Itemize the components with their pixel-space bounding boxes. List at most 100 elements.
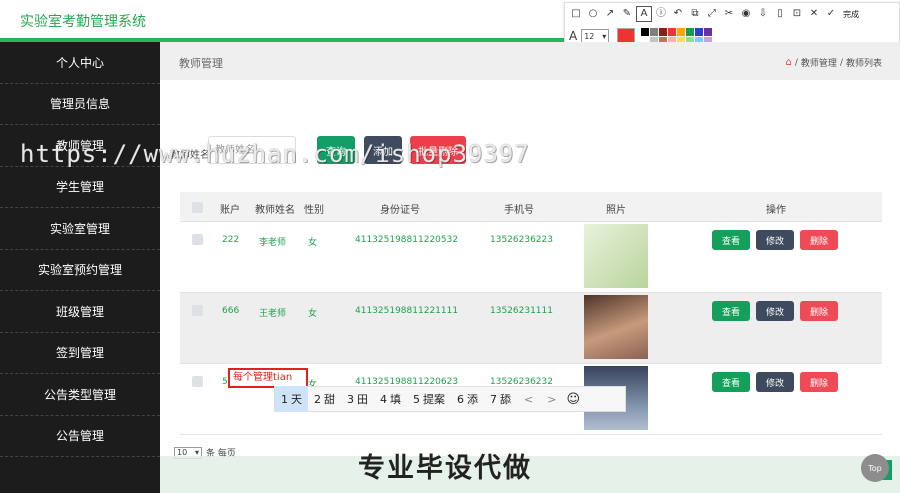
- ime-candidate[interactable]: 3田: [341, 386, 374, 412]
- sidebar-item[interactable]: 个人中心: [0, 42, 160, 84]
- ime-candidate-number: 5: [413, 392, 420, 406]
- ime-candidate-number: 2: [314, 392, 321, 406]
- ellipse-icon[interactable]: ○: [586, 7, 600, 21]
- sidebar-item[interactable]: 学生管理: [0, 167, 160, 208]
- record-icon[interactable]: ◉: [739, 7, 753, 21]
- font-size-select[interactable]: 12 ▾: [581, 29, 610, 43]
- breadcrumb-item[interactable]: 教师管理: [801, 56, 837, 69]
- arrow-icon[interactable]: ↗: [603, 7, 617, 21]
- col-actions: 操作: [766, 205, 786, 216]
- row-checkbox[interactable]: [192, 234, 203, 245]
- undo-icon[interactable]: ↶: [671, 7, 685, 21]
- col-id-card: 身份证号: [380, 205, 420, 216]
- cell-id-card: 411325198811221111: [355, 306, 459, 316]
- ime-candidate[interactable]: 2甜: [308, 386, 341, 412]
- sidebar-item[interactable]: 公告类型管理: [0, 374, 160, 416]
- ime-candidate-text: 填: [390, 393, 401, 406]
- ime-candidate-text: 舔: [500, 393, 511, 406]
- sidebar: 个人中心 管理员信息 教师管理 学生管理 实验室管理 实验室预约管理 班级管理 签到管理 公告类…: [0, 42, 160, 493]
- view-button[interactable]: 查看: [712, 301, 750, 321]
- cell-id-card: 411325198811220532: [355, 235, 459, 245]
- ime-candidate[interactable]: 7舔: [484, 386, 517, 412]
- table-header: 账户 教师姓名 性别 身份证号 手机号 照片 操作: [180, 192, 882, 222]
- select-all-checkbox[interactable]: [192, 202, 203, 213]
- chevron-right-icon[interactable]: >: [540, 393, 563, 406]
- palette-swatch[interactable]: [641, 27, 650, 36]
- chevron-left-icon[interactable]: <: [517, 393, 540, 406]
- cell-phone: 13526236223: [490, 235, 553, 245]
- palette-swatch[interactable]: [695, 27, 704, 36]
- delete-button[interactable]: 删除: [800, 372, 838, 392]
- back-to-top-button[interactable]: Top: [861, 454, 889, 482]
- row-checkbox[interactable]: [192, 305, 203, 316]
- view-button[interactable]: 查看: [712, 372, 750, 392]
- palette-swatch[interactable]: [686, 27, 695, 36]
- cell-gender: 女: [308, 309, 318, 319]
- cell-gender: 女: [308, 238, 318, 248]
- resize-icon[interactable]: ⤢: [705, 7, 719, 21]
- rectangle-icon[interactable]: □: [569, 7, 583, 21]
- pin-icon[interactable]: ✂: [722, 7, 736, 21]
- view-button[interactable]: 查看: [712, 230, 750, 250]
- font-size-icon: A: [569, 29, 578, 43]
- ime-candidate-number: 4: [380, 392, 387, 406]
- delete-button[interactable]: 删除: [800, 230, 838, 250]
- text-icon[interactable]: A: [636, 6, 652, 22]
- ime-candidate-number: 6: [457, 392, 464, 406]
- palette-swatch[interactable]: [668, 27, 677, 36]
- row-checkbox[interactable]: [192, 376, 203, 387]
- number-icon[interactable]: ⓘ: [654, 7, 668, 21]
- mobile-icon[interactable]: ▯: [773, 7, 787, 21]
- ime-candidate[interactable]: 1天: [275, 386, 308, 412]
- sidebar-item[interactable]: 公告管理: [0, 416, 160, 457]
- edit-button[interactable]: 修改: [756, 372, 794, 392]
- home-icon[interactable]: ⌂: [786, 57, 792, 68]
- pen-icon[interactable]: ✎: [620, 7, 634, 21]
- app-title: 实验室考勤管理系统: [20, 14, 146, 30]
- download-icon[interactable]: ⇩: [756, 7, 770, 21]
- delete-button[interactable]: 删除: [800, 301, 838, 321]
- ime-candidate[interactable]: 5 提案: [407, 386, 451, 412]
- save-icon[interactable]: ⊡: [790, 7, 804, 21]
- chevron-down-icon: ▾: [602, 31, 607, 41]
- ime-candidate-text: 甜: [324, 393, 335, 406]
- ime-candidate-number: 1: [281, 392, 288, 406]
- table-row: 222 李老师 女 411325198811220532 13526236223 查看 修改…: [180, 222, 882, 293]
- page-title: 教师管理: [179, 57, 223, 70]
- palette-swatch[interactable]: [659, 27, 668, 36]
- col-photo: 照片: [606, 205, 626, 216]
- ime-candidate-number: 7: [490, 392, 497, 406]
- col-gender: 性别: [304, 205, 324, 216]
- watermark-slogan: 专业毕设代做: [358, 453, 532, 484]
- ime-candidate-text: 提案: [423, 393, 445, 406]
- teacher-photo: [584, 295, 648, 359]
- breadcrumb-item: 教师列表: [845, 59, 882, 69]
- ime-candidate-number: 3: [347, 392, 354, 406]
- screenshot-tool-row: □ ○ ↗ ✎ Aⓘ ↶ ⧉ ⤢ ✂ ◉ ⇩ ▯ ⊡ ✕ ✓ 完成: [569, 5, 859, 23]
- cell-account: 666: [222, 306, 240, 316]
- done-label[interactable]: 完成: [843, 9, 859, 20]
- edit-button[interactable]: 修改: [756, 230, 794, 250]
- cell-name: 李老师: [259, 238, 287, 248]
- palette-swatch[interactable]: [677, 27, 686, 36]
- palette-swatch[interactable]: [650, 27, 659, 36]
- palette-swatch[interactable]: [704, 27, 713, 36]
- close-icon[interactable]: ✕: [807, 7, 821, 21]
- sidebar-item[interactable]: 实验室管理: [0, 208, 160, 250]
- sidebar-item[interactable]: 班级管理: [0, 291, 160, 333]
- sidebar-item[interactable]: 签到管理: [0, 333, 160, 374]
- ime-candidate[interactable]: 6添: [451, 386, 484, 412]
- sidebar-item[interactable]: 管理员信息: [0, 84, 160, 125]
- breadcrumb-sep: /: [794, 57, 798, 68]
- emoji-icon[interactable]: ☺: [566, 392, 580, 407]
- confirm-icon[interactable]: ✓: [824, 7, 838, 21]
- edit-button[interactable]: 修改: [756, 301, 794, 321]
- ime-candidate[interactable]: 4填: [374, 386, 407, 412]
- col-name: 教师姓名: [255, 205, 295, 216]
- sidebar-item[interactable]: 实验室预约管理: [0, 250, 160, 291]
- col-phone: 手机号: [504, 205, 534, 216]
- cell-name: 王老师: [259, 309, 287, 319]
- ime-composition-box: 每个管理tian: [228, 368, 308, 388]
- page-header: 教师管理 ⌂ / 教师管理 / 教师列表: [160, 42, 900, 80]
- copy-icon[interactable]: ⧉: [688, 7, 702, 21]
